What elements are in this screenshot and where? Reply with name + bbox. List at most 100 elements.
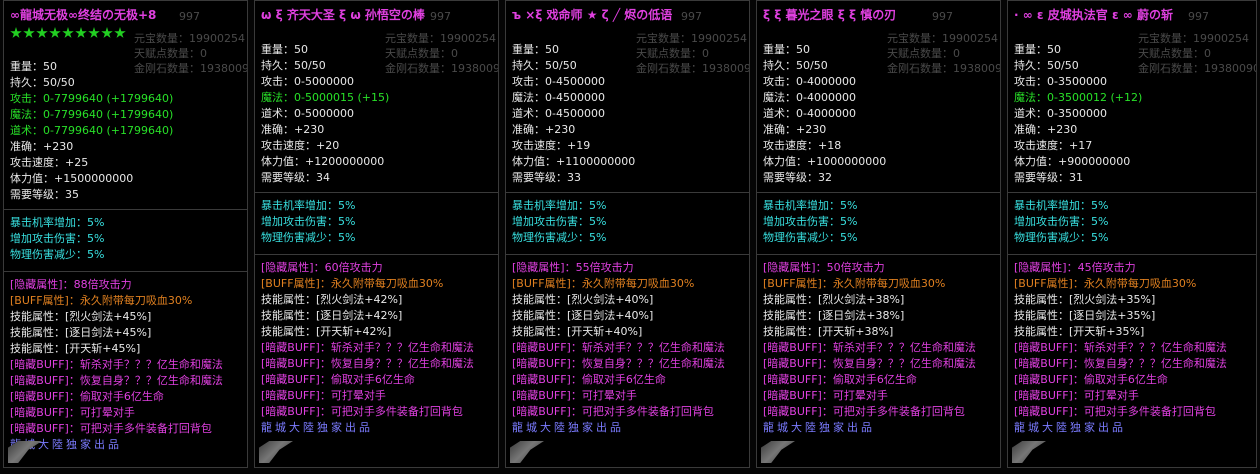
ghost-label: 元宝数量： — [887, 32, 942, 45]
special-attributes: [隐藏属性]：88倍攻击力 [BUFF属性]：永久附带每刀吸血30% 技能属性：[烈… — [10, 277, 223, 453]
ghost-diamond-text: 金刚石数量：19380090 — [1138, 61, 1257, 76]
weight-stat: 重量：50 — [1014, 43, 1061, 56]
skill-attribute: 技能属性：[开天斩+38%] — [763, 325, 894, 338]
bonus-stats: 暴击机率增加：5% 增加攻击伤害：5% 物理伤害减少：5% — [10, 215, 104, 263]
item-name: ъ ×ξ 戏命师 ★ ζ ╱ 烬の低语 — [512, 8, 673, 22]
accuracy-stat: 准确：+230 — [261, 123, 325, 136]
buff-attribute: [BUFF属性]：永久附带每刀吸血30% — [261, 277, 444, 290]
crit-bonus: 暴击机率增加：5% — [261, 199, 356, 212]
attack-stat: 攻击：0-4000000 — [763, 75, 856, 88]
attack-speed-stat: 攻击速度：+18 — [763, 139, 842, 152]
buff-attribute: [BUFF属性]：永久附带每刀吸血30% — [1014, 277, 1197, 290]
ghost-value: 997 — [179, 10, 200, 23]
attack-speed-stat: 攻击速度：+20 — [261, 139, 340, 152]
ghost-label: 天赋点数量： — [636, 47, 702, 60]
star-icon — [10, 27, 22, 38]
ghost-top-number: 997 — [1188, 9, 1209, 24]
ghost-value: 0 — [451, 47, 458, 60]
dark-buff: [暗藏BUFF]：偷取对手6亿生命 — [763, 373, 917, 386]
ghost-yuanbao-text: 元宝数量：19900254 — [1138, 31, 1249, 46]
bonus-stats: 暴击机率增加：5% 增加攻击伤害：5% 物理伤害减少：5% — [1014, 198, 1108, 246]
dark-buff: [暗藏BUFF]：可打晕对手 — [512, 389, 637, 402]
hp-stat: 体力值：+1100000000 — [512, 155, 636, 168]
dark-buff: [暗藏BUFF]：斩杀对手？？？亿生命和魔法 — [1014, 341, 1227, 354]
bonus-stats: 暴击机率增加：5% 增加攻击伤害：5% 物理伤害减少：5% — [763, 198, 857, 246]
ghost-top-number: 997 — [681, 9, 702, 24]
ghost-diamond-text: 金刚石数量：19380090 — [887, 61, 1000, 76]
required-level-stat: 需要等级：34 — [261, 171, 330, 184]
ghost-value: 997 — [1188, 10, 1209, 23]
physical-reduction: 物理伤害减少：5% — [261, 231, 356, 244]
item-tooltip-panel: 元宝数量：19900254天赋点数量：0金刚石数量：19380090997ω ξ… — [254, 0, 499, 468]
item-name: ξ ξ 暮光之眼 ξ ξ 慎の刃 — [763, 8, 897, 22]
durability-stat: 持久：50/50 — [1014, 59, 1079, 72]
skill-attribute: 技能属性：[烈火剑法+45%] — [10, 310, 152, 323]
star-icon — [62, 27, 74, 38]
skill-attribute: 技能属性：[开天斩+35%] — [1014, 325, 1145, 338]
magic-stat: 魔法：0-7799640 (+1799640) — [10, 108, 174, 121]
magic-stat: 魔法：0-3500012 (+12) — [1014, 91, 1143, 104]
damage-bonus: 增加攻击伤害：5% — [763, 215, 858, 228]
attack-stat: 攻击：0-5000000 — [261, 75, 354, 88]
ghost-label: 元宝数量： — [1138, 32, 1193, 45]
dark-buff: [暗藏BUFF]：可打晕对手 — [10, 406, 135, 419]
publisher-footer: 龍城大陸独家出品 — [10, 438, 122, 451]
skill-attribute: 技能属性：[开天斩+45%] — [10, 342, 141, 355]
skill-attribute: 技能属性：[逐日剑法+38%] — [763, 309, 905, 322]
divider — [757, 254, 1000, 255]
ghost-value: 19380090 — [1204, 62, 1257, 75]
bonus-stats: 暴击机率增加：5% 增加攻击伤害：5% 物理伤害减少：5% — [261, 198, 355, 246]
ghost-diamond-text: 金刚石数量：19380090 — [385, 61, 498, 76]
skill-attribute: 技能属性：[逐日剑法+45%] — [10, 326, 152, 339]
ghost-top-number: 997 — [932, 9, 953, 24]
dark-buff: [暗藏BUFF]：偷取对手6亿生命 — [512, 373, 666, 386]
ghost-yuanbao-text: 元宝数量：19900254 — [887, 31, 998, 46]
required-level-stat: 需要等级：35 — [10, 188, 79, 201]
accuracy-stat: 准确：+230 — [763, 123, 827, 136]
ghost-value: 19900254 — [691, 32, 747, 45]
damage-bonus: 增加攻击伤害：5% — [512, 215, 607, 228]
required-level-stat: 需要等级：31 — [1014, 171, 1083, 184]
base-stats: 重量：50 持久：50/50 攻击：0-7799640 (+1799640) 魔法：0… — [10, 59, 173, 203]
dark-buff: [暗藏BUFF]：偷取对手6亿生命 — [1014, 373, 1168, 386]
base-stats: 重量：50 持久：50/50 攻击：0-5000000 魔法：0-5000015 (+… — [261, 42, 389, 186]
damage-bonus: 增加攻击伤害：5% — [10, 232, 105, 245]
dark-buff: [暗藏BUFF]：可把对手多件装备打回背包 — [763, 405, 965, 418]
ghost-label: 金刚石数量： — [887, 62, 953, 75]
durability-stat: 持久：50/50 — [261, 59, 326, 72]
tao-stat: 道术：0-7799640 (+1799640) — [10, 124, 174, 137]
skill-attribute: 技能属性：[逐日剑法+40%] — [512, 309, 654, 322]
ghost-talent-text: 天赋点数量：0 — [385, 46, 458, 61]
star-icon — [23, 27, 35, 38]
physical-reduction: 物理伤害减少：5% — [763, 231, 858, 244]
publisher-footer: 龍城大陸独家出品 — [261, 421, 373, 434]
required-level-stat: 需要等级：32 — [763, 171, 832, 184]
ghost-diamond-text: 金刚石数量：19380090 — [636, 61, 749, 76]
special-attributes: [隐藏属性]：50倍攻击力 [BUFF属性]：永久附带每刀吸血30% 技能属性：[烈… — [763, 260, 976, 436]
skill-attribute: 技能属性：[逐日剑法+35%] — [1014, 309, 1156, 322]
ghost-value: 19900254 — [189, 32, 245, 45]
dark-buff: [暗藏BUFF]：可打晕对手 — [261, 389, 386, 402]
tao-stat: 道术：0-4500000 — [512, 107, 605, 120]
tao-stat: 道术：0-5000000 — [261, 107, 354, 120]
accuracy-stat: 准确：+230 — [512, 123, 576, 136]
frame-corner-ornament — [1012, 441, 1046, 463]
dark-buff: [暗藏BUFF]：可把对手多件装备打回背包 — [1014, 405, 1216, 418]
skill-attribute: 技能属性：[烈火剑法+38%] — [763, 293, 905, 306]
ghost-label: 金刚石数量： — [636, 62, 702, 75]
hidden-attribute: [隐藏属性]：88倍攻击力 — [10, 278, 132, 291]
divider — [506, 254, 749, 255]
item-tooltip-panel: 元宝数量：19900254天赋点数量：0金刚石数量：19380090997ъ ×… — [505, 0, 750, 468]
magic-stat: 魔法：0-4500000 — [512, 91, 605, 104]
star-icon — [114, 27, 126, 38]
dark-buff: [暗藏BUFF]：恢复自身？？？亿生命和魔法 — [1014, 357, 1227, 370]
attack-stat: 攻击：0-4500000 — [512, 75, 605, 88]
tao-stat: 道术：0-4000000 — [763, 107, 856, 120]
dark-buff: [暗藏BUFF]：恢复自身？？？亿生命和魔法 — [261, 357, 474, 370]
magic-stat: 魔法：0-5000015 (+15) — [261, 91, 390, 104]
physical-reduction: 物理伤害减少：5% — [10, 248, 105, 261]
star-icon — [36, 27, 48, 38]
durability-stat: 持久：50/50 — [763, 59, 828, 72]
durability-stat: 持久：50/50 — [10, 76, 75, 89]
dark-buff: [暗藏BUFF]：偷取对手6亿生命 — [10, 390, 164, 403]
